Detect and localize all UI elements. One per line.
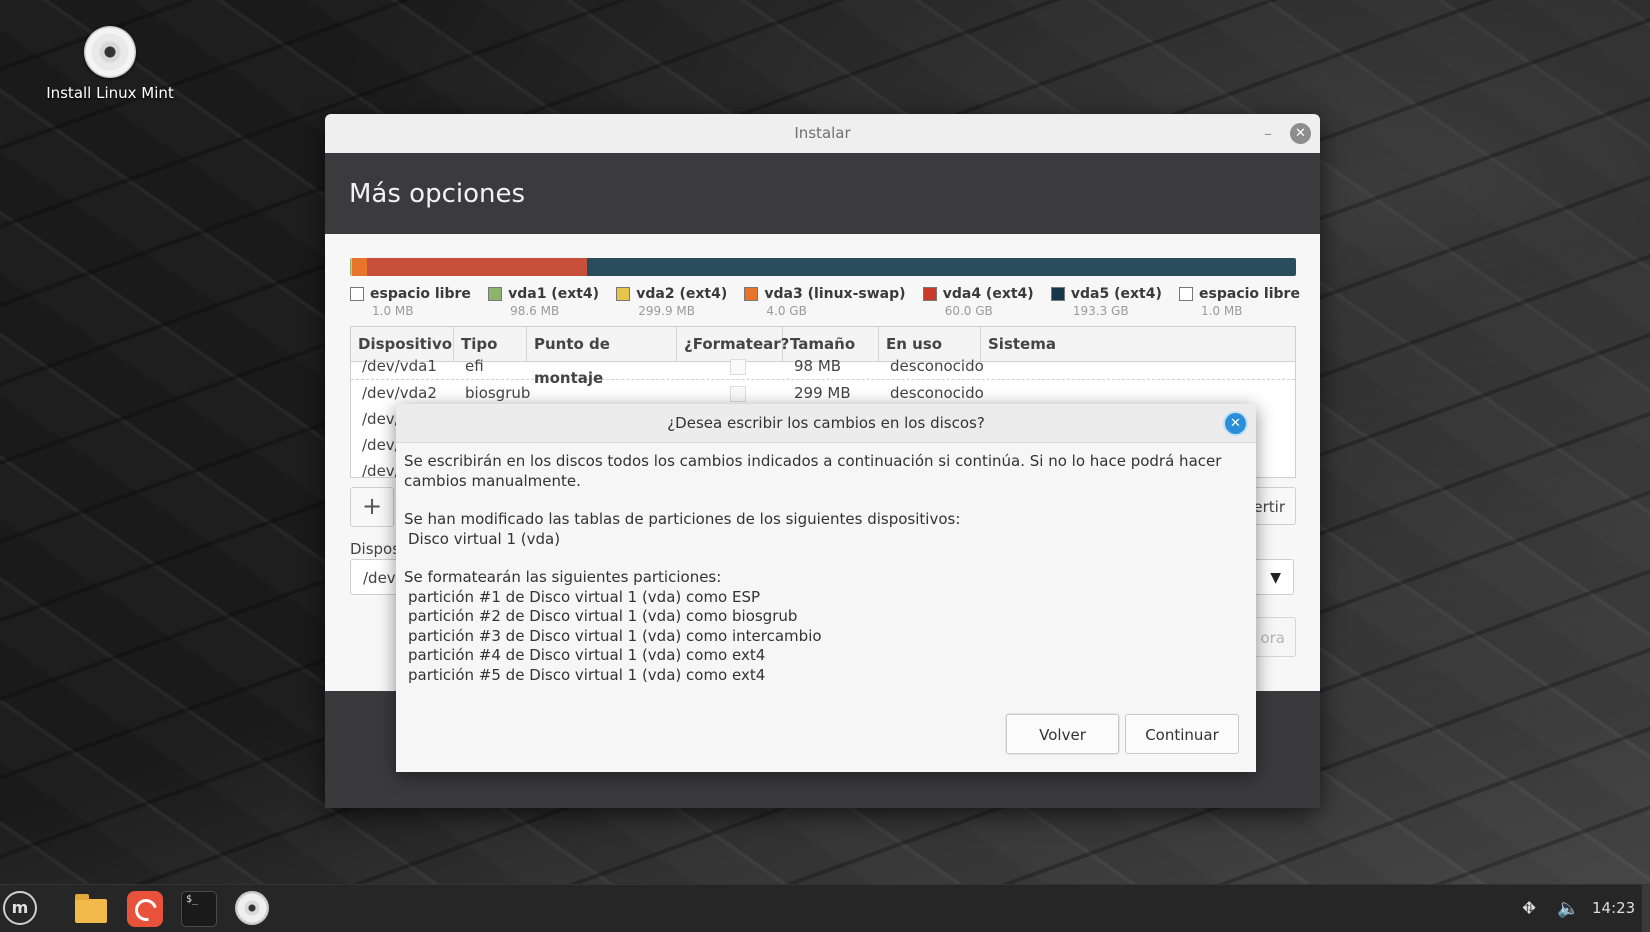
partition-legend: espacio libre1.0 MBvda1 (ext4)98.6 MBvda… — [350, 286, 1300, 318]
cell-device: /dev/vda1 — [351, 353, 454, 379]
page-title: Más opciones — [325, 153, 1320, 234]
cell-size: 98 MB — [783, 353, 879, 379]
bootloader-device-label: Dispos — [350, 540, 400, 558]
legend-name: espacio libre — [1199, 286, 1300, 302]
cell-mount — [527, 353, 677, 379]
legend-size: 98.6 MB — [510, 304, 599, 318]
cell-format — [677, 380, 783, 406]
legend-item: espacio libre 1.0 MB — [1179, 286, 1300, 318]
legend-swatch — [488, 287, 502, 301]
dialog-close-button[interactable]: ✕ — [1225, 413, 1246, 434]
partition-item: partición #5 de Disco virtual 1 (vda) co… — [404, 666, 1256, 686]
legend-size: 1.0 MB — [372, 304, 471, 318]
legend-name: vda1 (ext4) — [508, 286, 599, 302]
clock[interactable]: 14:23 — [1592, 885, 1635, 932]
dialog-titlebar[interactable]: ¿Desea escribir los cambios en los disco… — [396, 404, 1256, 443]
col-sistema[interactable]: Sistema — [981, 327, 1293, 361]
tables-heading: Se han modificado las tablas de particio… — [404, 510, 1256, 530]
format-checkbox[interactable] — [730, 359, 746, 375]
legend-name: vda5 (ext4) — [1071, 286, 1162, 302]
cell-type: biosgrub — [454, 380, 527, 406]
partition-item: partición #1 de Disco virtual 1 (vda) co… — [404, 588, 1256, 608]
continue-button[interactable]: Continuar — [1125, 714, 1239, 754]
format-heading: Se formatearán las siguientes particione… — [404, 568, 1256, 588]
legend-name: vda3 (linux-swap) — [764, 286, 905, 302]
partition-segment — [367, 258, 586, 276]
taskbar: m $_ ⛖ 🔈 14:23 — [0, 884, 1650, 932]
partition-bar — [350, 258, 1296, 276]
disc-icon[interactable] — [235, 891, 271, 927]
dialog-body: Se escribirán en los discos todos los ca… — [396, 443, 1256, 685]
confirm-write-dialog: ¿Desea escribir los cambios en los disco… — [396, 404, 1256, 772]
legend-item: vda2 (ext4) 299.9 MB — [616, 286, 727, 318]
legend-size: 193.3 GB — [1073, 304, 1162, 318]
legend-name: vda4 (ext4) — [943, 286, 1034, 302]
device-item: Disco virtual 1 (vda) — [404, 530, 1256, 550]
legend-swatch — [616, 287, 630, 301]
legend-swatch — [1051, 287, 1065, 301]
partition-item: partición #3 de Disco virtual 1 (vda) co… — [404, 627, 1256, 647]
legend-item: vda5 (ext4) 193.3 GB — [1051, 286, 1162, 318]
window-close-button[interactable]: ✕ — [1290, 123, 1311, 144]
terminal-icon[interactable]: $_ — [181, 891, 217, 927]
network-icon[interactable]: ⛖ — [1522, 885, 1536, 932]
legend-size: 1.0 MB — [1201, 304, 1300, 318]
partition-segment — [587, 258, 1296, 276]
format-checkbox[interactable] — [730, 386, 746, 402]
legend-swatch — [923, 287, 937, 301]
legend-name: vda2 (ext4) — [636, 286, 727, 302]
window-title: Instalar — [794, 124, 850, 142]
show-desktop-corner[interactable] — [1642, 885, 1650, 932]
legend-item: vda3 (linux-swap) 4.0 GB — [744, 286, 905, 318]
legend-item: vda1 (ext4) 98.6 MB — [488, 286, 599, 318]
cell-in-use: desconocido — [879, 380, 981, 406]
cell-in-use: desconocido — [879, 353, 981, 379]
legend-item: vda4 (ext4) 60.0 GB — [923, 286, 1034, 318]
legend-swatch — [744, 287, 758, 301]
add-partition-button[interactable]: + — [350, 487, 394, 527]
legend-swatch — [350, 287, 364, 301]
volume-icon[interactable]: 🔈 — [1557, 885, 1579, 932]
legend-swatch — [1179, 287, 1193, 301]
dialog-intro: Se escribirán en los discos todos los ca… — [404, 452, 1256, 491]
back-button[interactable]: Volver — [1006, 714, 1119, 754]
folder-icon[interactable] — [73, 891, 109, 927]
window-titlebar[interactable]: Instalar – ✕ — [325, 114, 1320, 153]
partition-segment — [352, 258, 367, 276]
install-linux-mint-shortcut[interactable]: Install Linux Mint — [40, 26, 180, 102]
table-row[interactable]: /dev/vda2 biosgrub 299 MB desconocido — [351, 380, 1295, 406]
shortcut-label: Install Linux Mint — [46, 84, 174, 102]
legend-size: 4.0 GB — [766, 304, 905, 318]
disc-icon — [84, 26, 136, 78]
cell-mount — [527, 380, 677, 406]
chevron-down-icon: ▼ — [1270, 560, 1281, 596]
legend-size: 60.0 GB — [945, 304, 1034, 318]
cell-type: efi — [454, 353, 527, 379]
cell-format — [677, 353, 783, 379]
mint-menu-icon[interactable]: m — [3, 891, 37, 925]
legend-name: espacio libre — [370, 286, 471, 302]
partition-item: partición #2 de Disco virtual 1 (vda) co… — [404, 607, 1256, 627]
firefox-icon[interactable] — [127, 891, 163, 927]
partition-item: partición #4 de Disco virtual 1 (vda) co… — [404, 646, 1256, 666]
legend-item: espacio libre 1.0 MB — [350, 286, 471, 318]
cell-device: /dev/vda2 — [351, 380, 454, 406]
minimize-button[interactable]: – — [1264, 114, 1272, 153]
legend-size: 299.9 MB — [638, 304, 727, 318]
dialog-title: ¿Desea escribir los cambios en los disco… — [667, 414, 985, 432]
cell-size: 299 MB — [783, 380, 879, 406]
